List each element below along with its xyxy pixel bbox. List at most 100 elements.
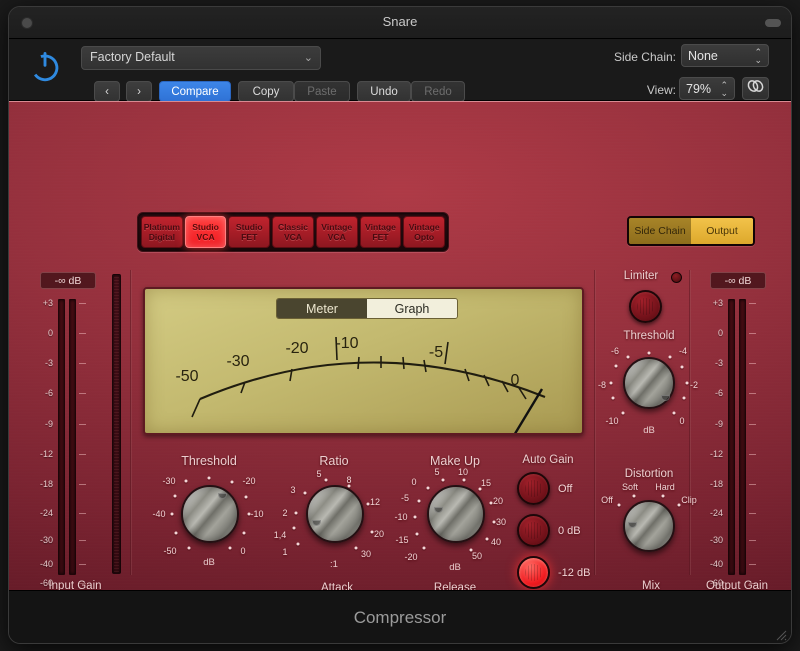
redo-button[interactable]: Redo [411, 81, 465, 102]
meter-tick-label: 0 [717, 328, 723, 338]
sidechain-select[interactable]: None ⌃ ⌄ [681, 44, 769, 67]
power-button[interactable] [25, 49, 65, 89]
makeup-tick: 40 [490, 537, 502, 547]
makeup-knob[interactable] [427, 485, 485, 543]
model-line2: Digital [148, 232, 175, 242]
meter-tick-label: -30 [709, 535, 723, 545]
makeup-tick: -20 [404, 552, 418, 562]
model-line2: Opto [414, 232, 435, 242]
window-resize-pill[interactable] [765, 19, 781, 27]
svg-text:-30: -30 [226, 353, 249, 370]
model-button-vintage-opto[interactable]: Vintage Opto [403, 216, 446, 248]
chevron-down-icon: ⌄ [303, 52, 313, 64]
svg-text:0: 0 [511, 372, 520, 389]
model-button-vintage-fet[interactable]: Vintage FET [359, 216, 402, 248]
limiter-threshold-knob[interactable] [623, 357, 675, 409]
tab-graph-label: Graph [394, 301, 430, 316]
output-meter-scale: +3 0 -3 -6 -9 -12 -18 -24 -30 -40 -60 [697, 295, 779, 588]
ratio-knob[interactable] [306, 485, 364, 543]
makeup-tick: 50 [471, 551, 483, 561]
threshold-unit: dB [203, 557, 215, 568]
limiter-threshold-tick: -10 [605, 416, 619, 426]
meter-tick-label: -12 [39, 449, 53, 459]
model-button-studio-vca[interactable]: Studio VCA [184, 216, 227, 248]
svg-text:-10: -10 [335, 335, 358, 352]
ratio-knob-unit: Ratio 1 1,4 2 3 5 8 12 20 30 :1 [274, 454, 384, 582]
vu-needle [514, 388, 544, 433]
link-button[interactable] [742, 77, 769, 100]
view-zoom-select[interactable]: 79% ⌃ ⌄ [679, 77, 735, 100]
gain-reduction-meter [112, 274, 121, 574]
prev-preset-button[interactable]: ‹ [94, 81, 120, 102]
model-line2: VCA [283, 232, 303, 242]
plugin-window: Snare Factory Default ⌄ ‹ › Compare Copy… [8, 6, 792, 644]
ratio-tick: 12 [369, 497, 381, 507]
limiter-threshold-tick: -4 [678, 346, 688, 356]
meter-tick-label: -3 [44, 358, 53, 368]
sidechain-value: None [688, 48, 718, 63]
makeup-tick: -10 [394, 512, 408, 522]
plugin-footer: Compressor [9, 590, 791, 643]
stepper-arrows-icon: ⌃ ⌄ [720, 79, 728, 98]
meter-tick-label: -9 [44, 419, 53, 429]
view-label: View: [646, 83, 676, 97]
model-line1: Studio [192, 221, 219, 232]
limiter-enable-button[interactable] [629, 290, 662, 323]
model-button-classic-vca[interactable]: Classic VCA [272, 216, 314, 248]
output-view-button[interactable]: Output [691, 218, 753, 244]
threshold-knob-unit: Threshold -30 -40 -50 -20 -10 0 dB [152, 454, 263, 582]
undo-button[interactable]: Undo [357, 81, 411, 102]
plugin-header: Factory Default ⌄ ‹ › Compare Copy Paste… [9, 39, 791, 102]
limiter-title: Limiter [623, 270, 659, 282]
ratio-tick: 30 [360, 549, 372, 559]
output-db-readout: -∞ dB [710, 272, 766, 289]
next-preset-label: › [137, 85, 141, 98]
ratio-tick: 2 [282, 508, 288, 518]
makeup-knob-unit: Make Up -20 -15 -10 -5 0 5 10 15 20 30 4… [394, 454, 506, 582]
ratio-title: Ratio [319, 454, 349, 468]
resize-grip[interactable] [773, 627, 787, 641]
distortion-tick: Hard [655, 482, 675, 492]
meter-tick-label: -12 [709, 449, 723, 459]
model-button-platinum-digital[interactable]: Platinum Digital [141, 216, 183, 248]
limiter-threshold-tick: 0 [679, 416, 685, 426]
paste-button[interactable]: Paste [294, 81, 350, 102]
model-button-studio-fet[interactable]: Studio FET [228, 216, 271, 248]
copy-button[interactable]: Copy [238, 81, 294, 102]
tab-graph[interactable]: Graph [367, 299, 457, 318]
threshold-tick: -20 [242, 476, 256, 486]
auto-gain-minus12db-label: -12 dB [558, 567, 591, 579]
sidechain-view-label: Side Chain [634, 225, 686, 237]
ratio-tick: 1,4 [273, 530, 287, 540]
input-db-readout: -∞ dB [40, 272, 96, 289]
distortion-knob[interactable] [623, 500, 675, 552]
model-line1: Vintage [408, 221, 440, 232]
meter-tick-label: -40 [709, 559, 723, 569]
limiter-threshold-unit: dB [643, 425, 655, 436]
threshold-tick: -30 [162, 476, 176, 486]
auto-gain-minus12db-button[interactable] [517, 556, 550, 589]
limiter-threshold-knob-unit: Threshold -10 -8 -6 -4 -2 0 dB [598, 330, 698, 438]
auto-gain-0db-button[interactable] [517, 514, 550, 547]
threshold-knob[interactable] [181, 485, 239, 543]
auto-gain-off-label: Off [558, 483, 573, 495]
auto-gain-off-button[interactable] [517, 472, 550, 505]
svg-text:-50: -50 [175, 368, 198, 385]
next-preset-button[interactable]: › [126, 81, 152, 102]
meter-tick-label: 0 [47, 328, 53, 338]
distortion-knob-unit: Distortion Off Soft Hard Clip [601, 468, 697, 568]
sidechain-view-button[interactable]: Side Chain [629, 218, 691, 244]
input-meter-bar-left [58, 299, 65, 575]
preset-dropdown[interactable]: Factory Default ⌄ [81, 46, 321, 70]
link-icon [747, 79, 764, 98]
window-title: Snare [382, 14, 418, 29]
distortion-tick: Off [601, 495, 613, 505]
compare-button[interactable]: Compare [159, 81, 231, 102]
model-button-vintage-vca[interactable]: Vintage VCA [315, 216, 358, 248]
input-meter: -∞ dB +3 0 -3 -6 -9 -12 -18 -24 -30 -40 … [23, 272, 113, 588]
makeup-tick: 0 [411, 477, 417, 487]
ratio-tick: 8 [346, 475, 352, 485]
limiter-threshold-tick: -2 [689, 380, 699, 390]
ratio-tick: 5 [316, 469, 322, 479]
tab-meter[interactable]: Meter [277, 299, 367, 318]
